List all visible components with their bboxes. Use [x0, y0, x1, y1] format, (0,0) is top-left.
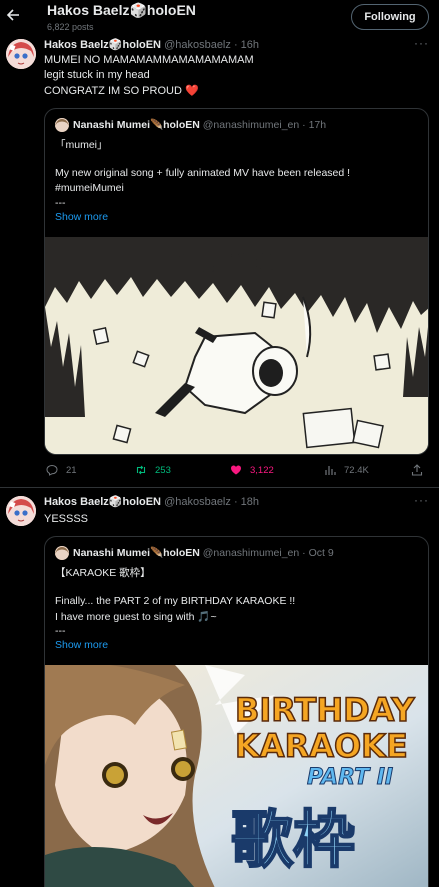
avatar[interactable]	[6, 39, 36, 69]
quote-avatar	[55, 546, 69, 560]
like-count: 3,122	[250, 464, 274, 476]
quote-text-line: ---	[55, 197, 66, 209]
more-options-icon[interactable]: ···	[414, 493, 429, 507]
tweet-text-line: CONGRATZ IM SO PROUD ❤️	[44, 85, 199, 97]
quote-text-line: Finally... the PART 2 of my BIRTHDAY KAR…	[55, 595, 296, 607]
show-more-link[interactable]: Show more	[55, 639, 108, 651]
quote-author-handle: @nanashimumei_en	[202, 547, 300, 559]
tweet-actions: 21 253 3,122 72.4K	[44, 460, 429, 480]
repost-count: 253	[155, 464, 171, 476]
quoted-tweet[interactable]: Nanashi Mumei🪶holoEN @nanashimumei_en · …	[44, 108, 429, 455]
avatar[interactable]	[6, 496, 36, 526]
reply-icon	[46, 464, 58, 476]
quote-time: · 17h	[302, 119, 327, 131]
views-button[interactable]: 72.4K	[324, 460, 369, 480]
tweet-time[interactable]: · 18h	[234, 496, 259, 508]
quote-media-image[interactable]: mumei	[45, 237, 428, 454]
tweet-text-line: MUMEI NO MAMAMAMMAMAMAMAMAM	[44, 54, 254, 66]
view-count: 72.4K	[344, 464, 369, 476]
quote-text-line: My new original song + fully animated MV…	[55, 167, 351, 179]
quote-author-name: Nanashi Mumei🪶holoEN	[73, 119, 200, 131]
karaoke-title-karaoke: KARAOKE	[234, 726, 408, 766]
quote-text-line: 「mumei」	[55, 139, 108, 151]
heart-icon	[231, 465, 241, 475]
quote-text-line: ---	[55, 625, 66, 637]
quote-avatar	[55, 118, 69, 132]
quote-text-line: I have more guest to sing with 🎵~	[55, 611, 217, 623]
profile-header: Hakos Baelz🎲holoEN 6,822 posts Following	[0, 0, 439, 36]
author-name[interactable]: Hakos Baelz🎲holoEN	[44, 496, 161, 508]
quoted-tweet[interactable]: Nanashi Mumei🪶holoEN @nanashimumei_en · …	[44, 536, 429, 887]
profile-title: Hakos Baelz🎲holoEN	[47, 2, 196, 18]
author-handle[interactable]: @hakosbaelz	[164, 39, 231, 51]
quote-text-line: #mumeiMumei	[55, 182, 124, 194]
show-more-link[interactable]: Show more	[55, 211, 108, 223]
share-icon	[411, 464, 423, 476]
karaoke-title-kanji: 歌枠	[230, 802, 356, 877]
tweet-author[interactable]: Hakos Baelz🎲holoEN @hakosbaelz · 16h	[44, 38, 259, 51]
karaoke-title-birthday: BIRTHDAY	[234, 690, 415, 730]
reply-button[interactable]: 21	[46, 460, 77, 480]
quote-time: · Oct 9	[302, 547, 334, 559]
quote-text-line: 【KARAOKE 歌枠】	[55, 567, 151, 579]
tweet[interactable]: Hakos Baelz🎲holoEN @hakosbaelz · 16h ···…	[0, 36, 439, 488]
like-button[interactable]: 3,122	[230, 460, 274, 480]
more-options-icon[interactable]: ···	[414, 36, 429, 50]
back-arrow-icon[interactable]	[6, 8, 22, 24]
karaoke-title-part: PART II	[306, 765, 394, 791]
repost-icon	[136, 465, 146, 475]
repost-button[interactable]: 253	[135, 460, 171, 480]
author-handle[interactable]: @hakosbaelz	[164, 496, 231, 508]
tweet-text-line: legit stuck in my head	[44, 69, 150, 81]
quote-author: Nanashi Mumei🪶holoEN @nanashimumei_en · …	[73, 118, 326, 131]
quote-author: Nanashi Mumei🪶holoEN @nanashimumei_en · …	[73, 546, 334, 559]
author-name[interactable]: Hakos Baelz🎲holoEN	[44, 39, 161, 51]
tweet[interactable]: Hakos Baelz🎲holoEN @hakosbaelz · 18h ···…	[0, 489, 439, 887]
tweet-author[interactable]: Hakos Baelz🎲holoEN @hakosbaelz · 18h	[44, 495, 259, 508]
share-button[interactable]	[411, 460, 423, 480]
quote-author-name: Nanashi Mumei🪶holoEN	[73, 547, 200, 559]
post-count: 6,822 posts	[47, 22, 94, 32]
tweet-text-line: YESSSS	[44, 513, 89, 525]
tweet-time[interactable]: · 16h	[234, 39, 259, 51]
views-chart-icon	[325, 466, 336, 475]
reply-count: 21	[66, 464, 77, 476]
mv-title-text: mumei	[170, 241, 310, 282]
following-button[interactable]: Following	[351, 4, 429, 30]
quote-author-handle: @nanashimumei_en	[202, 119, 300, 131]
quote-media-image[interactable]: BIRTHDAY KARAOKE PART II 歌枠	[45, 665, 428, 887]
